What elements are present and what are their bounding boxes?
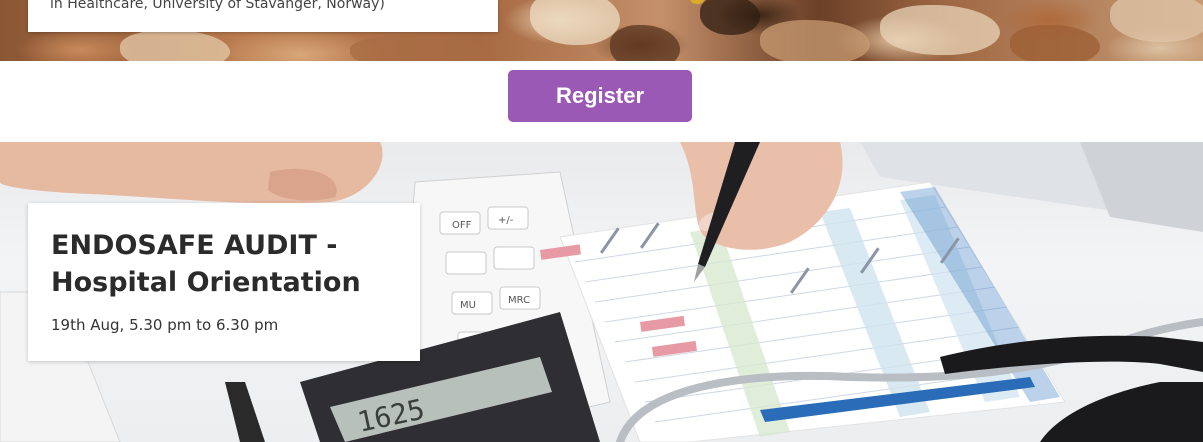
top-card-subtitle: in Healthcare, University of Stavanger, …: [50, 0, 385, 12]
event-title-line1: ENDOSAFE AUDIT -: [51, 230, 338, 261]
event-datetime: 19th Aug, 5.30 pm to 6.30 pm: [51, 316, 279, 334]
svg-text:+/-: +/-: [498, 215, 514, 226]
svg-text:MU: MU: [460, 300, 476, 311]
top-info-card: in Healthcare, University of Stavanger, …: [28, 0, 498, 32]
top-banner-image: in Healthcare, University of Stavanger, …: [0, 0, 1203, 61]
event-title-line2: Hospital Orientation: [51, 267, 361, 298]
event-banner[interactable]: OFF +/- MU MRC 1625 ENDOSAFE AUDIT - Hos…: [0, 142, 1203, 442]
event-title: ENDOSAFE AUDIT - Hospital Orientation: [51, 227, 361, 301]
event-info-card: ENDOSAFE AUDIT - Hospital Orientation 19…: [28, 203, 420, 361]
register-button[interactable]: Register: [508, 70, 692, 122]
svg-text:MRC: MRC: [508, 295, 530, 306]
calc-key-off: OFF: [452, 220, 472, 231]
page: in Healthcare, University of Stavanger, …: [0, 0, 1203, 442]
